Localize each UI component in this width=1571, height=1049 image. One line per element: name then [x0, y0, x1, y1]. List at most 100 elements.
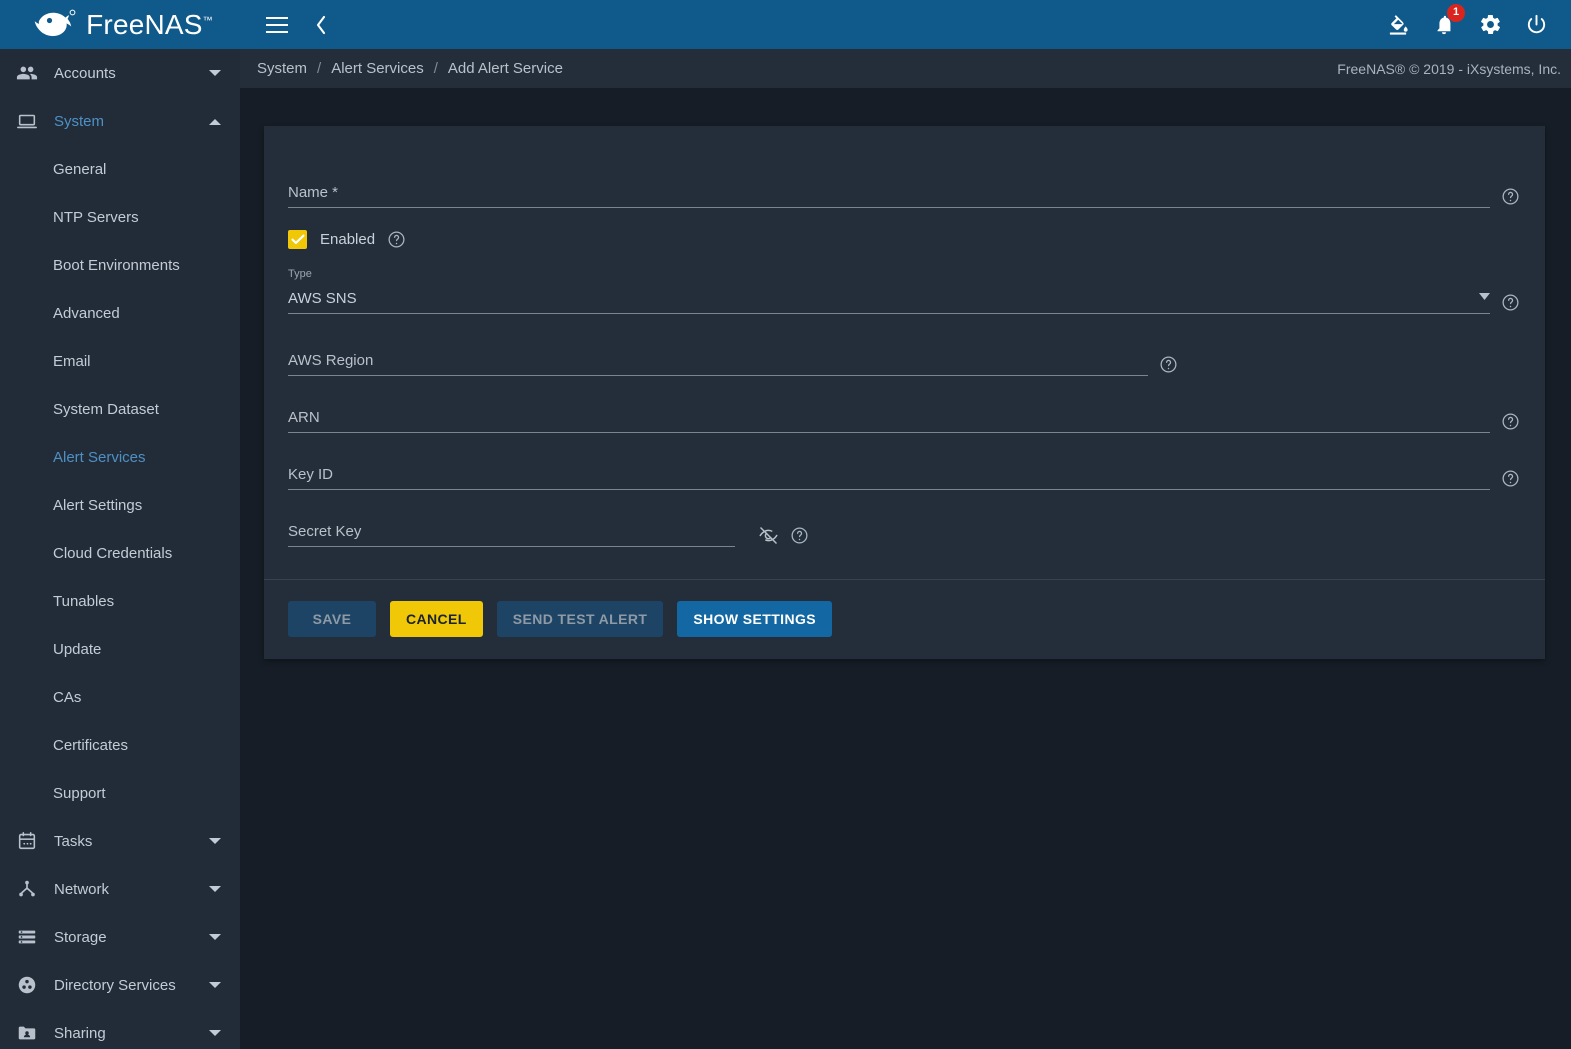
top-navigation-bar: 1	[240, 0, 1571, 49]
sidebar-group-network[interactable]: Network	[0, 865, 240, 913]
help-circle-icon[interactable]	[790, 526, 809, 545]
breadcrumb-item-system[interactable]: System	[257, 60, 307, 77]
send-test-alert-button[interactable]: SEND TEST ALERT	[496, 601, 664, 637]
sidebar-item-boot-environments[interactable]: Boot Environments	[0, 241, 240, 289]
field-enabled: Enabled	[288, 230, 1521, 249]
sidebar-item-label: System Dataset	[53, 400, 159, 418]
sidebar-item-email[interactable]: Email	[0, 337, 240, 385]
form-actions: SAVE CANCEL SEND TEST ALERT SHOW SETTING…	[264, 580, 1545, 659]
sidebar-item-ntp-servers[interactable]: NTP Servers	[0, 193, 240, 241]
chevron-up-icon[interactable]	[204, 110, 226, 132]
type-selected-value: AWS SNS	[288, 290, 357, 307]
field-secret-key: Secret Key	[288, 517, 1521, 547]
breadcrumb-separator: /	[433, 60, 438, 77]
breadcrumb-bar: System / Alert Services / Add Alert Serv…	[240, 49, 1571, 88]
breadcrumb-separator: /	[317, 60, 322, 77]
storage-icon	[14, 925, 40, 949]
chevron-left-icon[interactable]	[304, 8, 338, 42]
gear-icon[interactable]	[1475, 10, 1505, 40]
field-aws-region: AWS Region	[288, 346, 1521, 376]
sidebar-group-label: Storage	[54, 928, 107, 946]
name-input-placeholder: Name *	[288, 184, 339, 201]
sidebar-item-tunables[interactable]: Tunables	[0, 577, 240, 625]
help-circle-icon[interactable]	[1501, 293, 1520, 312]
sidebar-group-label: Network	[54, 880, 110, 898]
brand-logo-area[interactable]: FreeNAS™	[0, 0, 240, 49]
type-select[interactable]: AWS SNS	[288, 287, 1490, 314]
sidebar-item-label: Update	[53, 640, 102, 658]
chevron-down-icon[interactable]	[204, 62, 226, 84]
bell-icon[interactable]: 1	[1429, 3, 1465, 40]
name-input[interactable]: Name *	[288, 178, 1490, 208]
calendar-icon	[14, 829, 40, 853]
topbar-left-controls	[240, 8, 338, 42]
sidebar-item-label: NTP Servers	[53, 208, 139, 226]
dropdown-arrow-icon[interactable]	[1479, 287, 1490, 305]
sidebar-item-label: General	[53, 160, 107, 178]
save-button[interactable]: SAVE	[288, 601, 376, 637]
color-fill-icon[interactable]	[1383, 10, 1413, 40]
eye-off-icon[interactable]	[758, 525, 779, 546]
sidebar-item-support[interactable]: Support	[0, 769, 240, 817]
freenas-fish-logo	[33, 9, 77, 41]
enabled-label: Enabled	[320, 231, 376, 248]
sidebar-item-certificates[interactable]: Certificates	[0, 721, 240, 769]
chevron-down-icon[interactable]	[204, 830, 226, 852]
chevron-down-icon[interactable]	[204, 926, 226, 948]
show-settings-button[interactable]: SHOW SETTINGS	[677, 601, 832, 637]
network-icon	[14, 877, 40, 901]
sidebar-item-label: Email	[53, 352, 91, 370]
chevron-down-icon[interactable]	[204, 1022, 226, 1044]
sidebar-item-alert-settings[interactable]: Alert Settings	[0, 481, 240, 529]
type-mini-label: Type	[288, 268, 312, 280]
key-id-input[interactable]: Key ID	[288, 460, 1490, 490]
sidebar-group-label: Accounts	[54, 64, 116, 82]
main-content: Name * Enabled Type AWS SNS AWS Region A…	[240, 88, 1571, 1049]
sidebar-group-storage[interactable]: Storage	[0, 913, 240, 961]
sidebar-item-label: Tunables	[53, 592, 115, 610]
sidebar-group-sharing[interactable]: Sharing	[0, 1009, 240, 1049]
aws-region-input[interactable]: AWS Region	[288, 346, 1148, 376]
sidebar-group-label: Directory Services	[54, 976, 176, 994]
sidebar-system-submenu: General NTP Servers Boot Environments Ad…	[0, 145, 240, 817]
help-circle-icon[interactable]	[1501, 187, 1520, 206]
app-root: FreeNAS™ Accounts System General NTP Ser…	[0, 0, 1571, 1049]
sidebar-group-label: System	[54, 112, 105, 130]
field-type: Type AWS SNS	[288, 269, 1521, 314]
secret-key-input[interactable]: Secret Key	[288, 517, 735, 547]
sidebar-group-tasks[interactable]: Tasks	[0, 817, 240, 865]
alert-service-form: Name * Enabled Type AWS SNS AWS Region A…	[264, 126, 1545, 579]
sidebar-item-advanced[interactable]: Advanced	[0, 289, 240, 337]
sidebar-item-update[interactable]: Update	[0, 625, 240, 673]
chevron-down-icon[interactable]	[204, 878, 226, 900]
arn-input[interactable]: ARN	[288, 403, 1490, 433]
chevron-down-icon[interactable]	[204, 974, 226, 996]
breadcrumb-item-alert-services[interactable]: Alert Services	[331, 60, 424, 77]
sidebar-item-label: Cloud Credentials	[53, 544, 173, 562]
sidebar-item-label: Alert Services	[53, 448, 146, 466]
cancel-button[interactable]: CANCEL	[390, 601, 483, 637]
sidebar-item-alert-services[interactable]: Alert Services	[0, 433, 240, 481]
sidebar-group-directory-services[interactable]: Directory Services	[0, 961, 240, 1009]
sidebar-item-system-dataset[interactable]: System Dataset	[0, 385, 240, 433]
help-circle-icon[interactable]	[1501, 412, 1520, 431]
help-circle-icon[interactable]	[387, 230, 406, 249]
add-alert-service-card: Name * Enabled Type AWS SNS AWS Region A…	[264, 126, 1545, 659]
sidebar-item-general[interactable]: General	[0, 145, 240, 193]
sidebar-group-label: Sharing	[54, 1024, 106, 1042]
hamburger-menu-icon[interactable]	[260, 8, 294, 42]
sidebar-item-label: Support	[53, 784, 106, 802]
sidebar-group-accounts[interactable]: Accounts	[0, 49, 240, 97]
power-icon[interactable]	[1521, 10, 1551, 40]
sidebar-item-cas[interactable]: CAs	[0, 673, 240, 721]
sidebar-item-cloud-credentials[interactable]: Cloud Credentials	[0, 529, 240, 577]
secret-key-placeholder: Secret Key	[288, 523, 362, 540]
sidebar-group-system[interactable]: System	[0, 97, 240, 145]
enabled-checkbox[interactable]	[288, 230, 307, 249]
key-id-placeholder: Key ID	[288, 466, 334, 483]
sidebar-item-label: Certificates	[53, 736, 129, 754]
help-circle-icon[interactable]	[1159, 355, 1178, 374]
laptop-icon	[14, 109, 40, 133]
field-name: Name *	[288, 150, 1521, 208]
help-circle-icon[interactable]	[1501, 469, 1520, 488]
